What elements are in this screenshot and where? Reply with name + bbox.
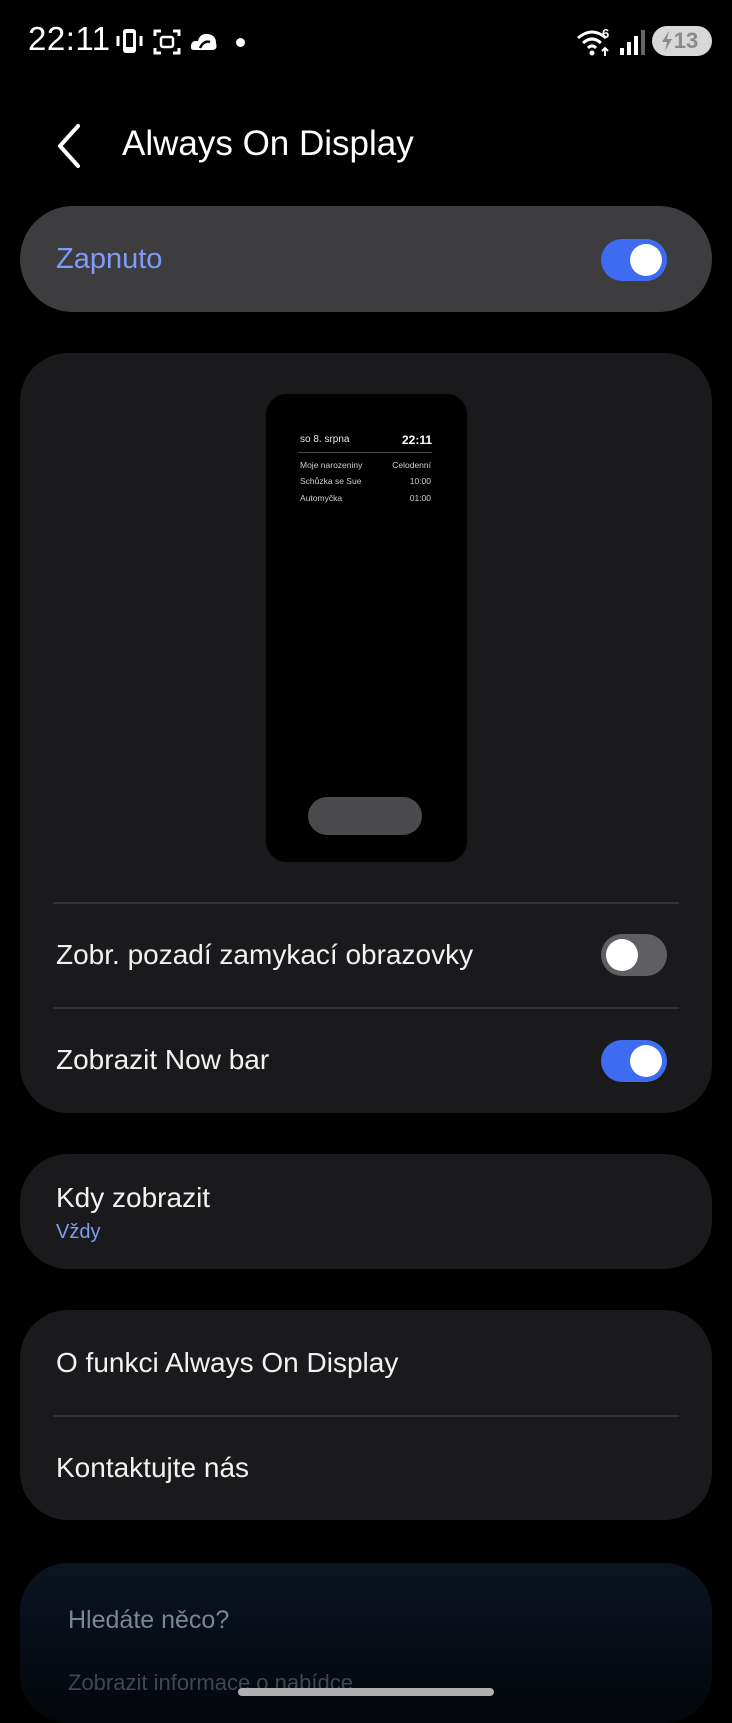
preview-event-time: 01:00 [409,493,431,503]
aod-preview[interactable] [265,393,468,863]
lockscreen-wallpaper-label: Zobr. pozadí zamykací obrazovky [56,939,474,970]
preview-event-time: Celodenní [392,460,431,470]
home-indicator[interactable] [238,1688,494,1696]
preview-event-name: Schůzka se Sue [300,476,362,486]
page-title: Always On Display [122,124,414,163]
lockscreen-wallpaper-toggle[interactable] [601,934,667,976]
preview-event-time: 10:00 [409,476,431,486]
status-time: 22:11 [28,20,111,57]
about-aod-label: O funkci Always On Display [56,1347,399,1378]
battery-level: 13 [673,28,699,53]
charging-bolt-icon [662,31,672,51]
battery-indicator: 13 [652,26,712,56]
preview-time: 22:11 [402,433,433,447]
preview-now-bar [308,797,422,835]
now-bar-toggle[interactable] [601,1040,667,1082]
when-to-show-label: Kdy zobrazit [56,1182,211,1213]
search-suggestion-title: Hledáte něco? [68,1606,230,1634]
weather-cloud-icon [190,33,217,50]
preview-divider [298,452,432,453]
preview-event-name: Moje narozeniny [300,460,363,470]
phone-vibrate-icon [116,29,143,53]
now-bar-label: Zobrazit Now bar [56,1044,270,1075]
master-switch-toggle[interactable] [601,239,667,281]
wifi-standard-badge: 6 [602,26,610,41]
preview-date: so 8. srpna [300,434,350,445]
preview-event-name: Automyčka [300,493,343,503]
notification-dot-icon [236,38,245,47]
search-suggestion-card [20,1563,712,1723]
master-switch-label: Zapnuto [56,243,163,275]
when-to-show-value: Vždy [56,1221,101,1243]
back-button[interactable] [46,118,96,174]
screenshot-icon [153,29,181,55]
signal-icon [620,30,645,55]
contact-us-label: Kontaktujte nás [56,1452,250,1483]
